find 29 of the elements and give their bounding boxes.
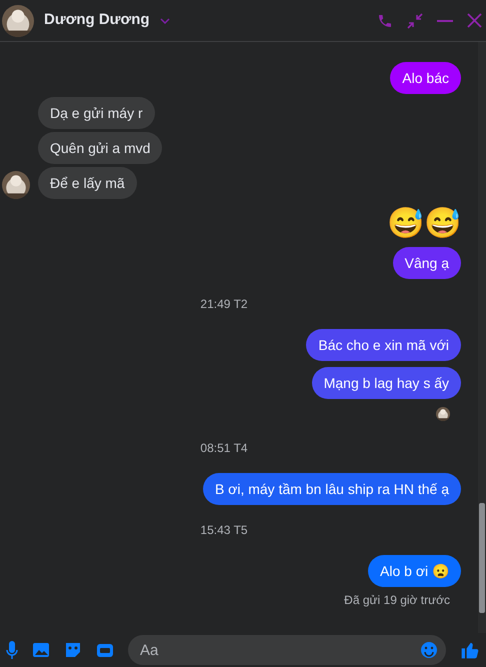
message-bubble: B ơi, máy tầm bn lâu ship ra HN thế ạ [202,473,461,505]
minimize-arrows-icon[interactable] [407,12,423,28]
microphone-icon[interactable] [6,641,18,659]
minimize-icon[interactable] [437,18,453,22]
message-bubble: Dạ e gửi máy r [38,97,155,129]
message-bubble: Alo bác [390,62,461,94]
image-icon[interactable] [32,641,50,659]
emoji-message: 😅😅 [387,207,461,241]
message-bubble: Bác cho e xin mã với [306,329,461,361]
sticker-icon[interactable] [64,641,82,659]
seen-avatar [436,407,450,421]
scrollbar[interactable] [478,42,486,633]
timestamp: 08:51 T4 [200,440,248,457]
sent-status: Đã gửi 19 giờ trước [344,592,450,609]
timestamp: 21:49 T2 [200,296,248,313]
message-bubble: Mạng b lag hay s ấy [312,367,461,399]
message-bubble: Alo b ơi 😦 [368,555,461,587]
profile-avatar [2,4,34,36]
message-bubble: Quên gửi a mvd [38,132,162,164]
emoji-icon[interactable] [420,641,438,659]
timestamp: 15:43 T5 [200,522,248,539]
avatar [2,171,30,199]
thumbs-up-icon[interactable] [460,640,480,660]
phone-icon[interactable] [377,12,393,28]
close-icon[interactable] [467,13,482,28]
contact-name[interactable]: Dương Dương [44,9,150,32]
message-bubble: Để e lấy mã [38,167,137,199]
message-bubble: Vâng ạ [392,247,461,279]
message-input[interactable]: Aa [128,635,446,665]
